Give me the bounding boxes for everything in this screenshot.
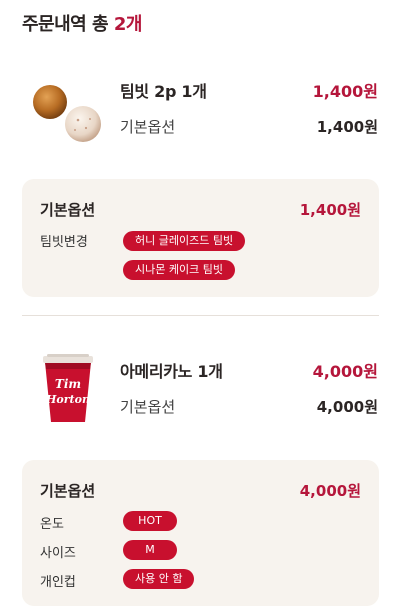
- order-summary-prefix: 주문내역 총: [22, 14, 114, 35]
- item-divider: [22, 315, 379, 316]
- option-label-temperature: 온도: [40, 517, 64, 532]
- item-option-label: 기본옵션: [120, 118, 176, 136]
- item-price: 1,400원: [312, 82, 378, 101]
- option-label-size: 사이즈: [40, 546, 76, 561]
- options-card-timbits: 기본옵션 1,400원 팀빗변경 허니 글레이즈드 팀빗 시나몬 케이크 팀빗: [22, 179, 379, 297]
- options-card-price: 4,000원: [299, 482, 361, 500]
- item-name: 팀빗 2p 1개: [120, 82, 207, 101]
- americano-cup-image: Tim Horton: [43, 354, 93, 422]
- option-value-pill: 시나몬 케이크 팀빗: [123, 260, 235, 280]
- option-value-pill: M: [123, 540, 177, 560]
- options-card-title: 기본옵션: [40, 482, 96, 500]
- item-option-label: 기본옵션: [120, 398, 176, 416]
- options-card-price: 1,400원: [299, 201, 361, 219]
- order-summary-title: 주문내역 총 2개: [22, 10, 142, 36]
- item-name: 아메리카노 1개: [120, 362, 223, 381]
- timbits-image: [33, 85, 101, 142]
- svg-text:Tim: Tim: [55, 377, 81, 391]
- item-option-price: 4,000원: [316, 398, 378, 416]
- option-label-personal-cup: 개인컵: [40, 575, 76, 590]
- options-card-title: 기본옵션: [40, 201, 96, 219]
- svg-text:Horton: Horton: [45, 393, 90, 406]
- option-value-pill: HOT: [123, 511, 177, 531]
- order-count: 2개: [113, 14, 143, 35]
- options-card-americano: 기본옵션 4,000원 온도 HOT 사이즈 M 개인컵 사용 안 함: [22, 460, 379, 606]
- item-price: 4,000원: [312, 362, 378, 381]
- item-option-price: 1,400원: [316, 118, 378, 136]
- option-value-pill: 사용 안 함: [123, 569, 195, 589]
- option-value-pill: 허니 글레이즈드 팀빗: [123, 231, 246, 251]
- option-label-timbit-change: 팀빗변경: [40, 235, 88, 250]
